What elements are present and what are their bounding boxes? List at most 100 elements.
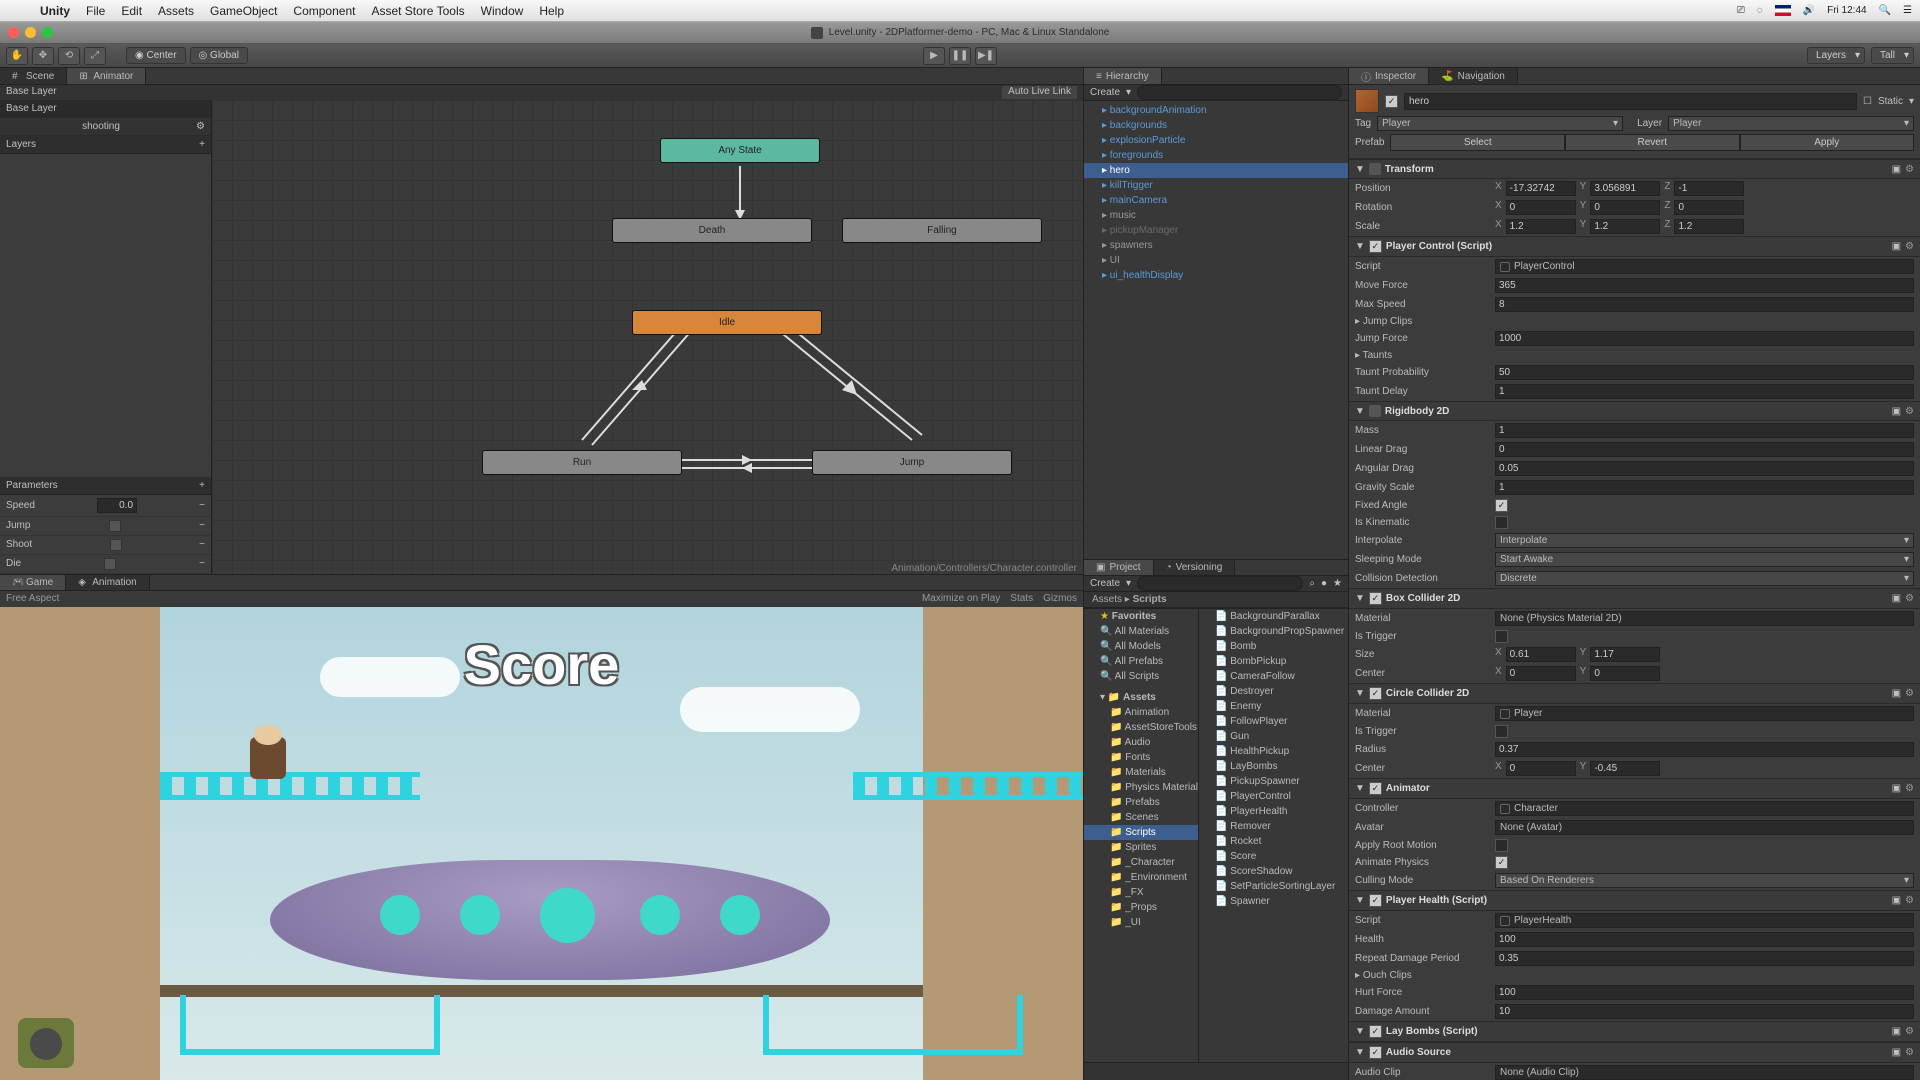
transform-header[interactable]: ▼Transform▣⚙ (1349, 159, 1920, 179)
hierarchy-item-backgrounds[interactable]: ▸ backgrounds (1084, 118, 1348, 133)
param-die-checkbox[interactable] (104, 558, 116, 570)
playercontrol-enabled[interactable]: ✓ (1369, 240, 1382, 253)
help-icon[interactable]: ▣ (1892, 164, 1901, 175)
collision-dropdown[interactable]: Discrete (1495, 571, 1914, 586)
animphys-checkbox[interactable]: ✓ (1495, 856, 1508, 869)
folder-Physics Materials[interactable]: 📁 Physics Materials (1084, 780, 1198, 795)
folder-Materials[interactable]: 📁 Materials (1084, 765, 1198, 780)
folder-Sprites[interactable]: 📁 Sprites (1084, 840, 1198, 855)
tag-dropdown[interactable]: Player (1377, 116, 1623, 131)
playercontrol-header[interactable]: ▼✓Player Control (Script)▣⚙ (1349, 236, 1920, 257)
game-view[interactable]: Score (0, 607, 1083, 1080)
param-shoot-checkbox[interactable] (110, 539, 122, 551)
file-Remover[interactable]: 📄 Remover (1199, 819, 1348, 834)
param-speed[interactable]: Speed− (0, 495, 211, 517)
gizmos-dropdown[interactable]: Gizmos (1043, 593, 1077, 604)
file-Score[interactable]: 📄 Score (1199, 849, 1348, 864)
gear-icon[interactable]: ⚙ (1905, 688, 1914, 699)
hierarchy-item-UI[interactable]: ▸ UI (1084, 253, 1348, 268)
audiosource-header[interactable]: ▼✓Audio Source▣⚙ (1349, 1042, 1920, 1063)
maximize-toggle[interactable]: Maximize on Play (922, 593, 1000, 604)
gameobject-name-field[interactable] (1404, 93, 1857, 110)
auto-live-link-toggle[interactable]: Auto Live Link (1002, 86, 1077, 99)
scale-tool[interactable]: ⤢ (84, 47, 106, 65)
file-PickupSpawner[interactable]: 📄 PickupSpawner (1199, 774, 1348, 789)
jumpforce-field[interactable] (1495, 331, 1914, 346)
hierarchy-item-pickupManager[interactable]: ▸ pickupManager (1084, 223, 1348, 238)
laybombs-header[interactable]: ▼✓Lay Bombs (Script)▣⚙ (1349, 1021, 1920, 1042)
hierarchy-search[interactable] (1137, 85, 1342, 100)
prefab-select-button[interactable]: Select (1390, 134, 1565, 151)
file-BackgroundParallax[interactable]: 📄 BackgroundParallax (1199, 609, 1348, 624)
favorite-AllMaterials[interactable]: 🔍 All Materials (1084, 624, 1198, 639)
gscale-field[interactable] (1495, 480, 1914, 495)
tab-navigation[interactable]: ⛳ Navigation (1429, 68, 1518, 84)
state-any[interactable]: Any State (660, 138, 820, 163)
gear-icon[interactable]: ⚙ (1905, 1026, 1914, 1037)
tab-project[interactable]: ▣ Project (1084, 560, 1154, 575)
file-PlayerHealth[interactable]: 📄 PlayerHealth (1199, 804, 1348, 819)
circle-cx[interactable] (1506, 761, 1576, 776)
boxcollider-header[interactable]: ▼✓Box Collider 2D▣⚙ (1349, 588, 1920, 609)
folder-Scripts[interactable]: 📁 Scripts (1084, 825, 1198, 840)
gear-icon[interactable]: ⚙ (1905, 1047, 1914, 1058)
dmg-field[interactable] (1495, 1004, 1914, 1019)
gear-icon[interactable]: ⚙ (1905, 593, 1914, 604)
add-parameter-button[interactable]: + (199, 480, 205, 491)
help-icon[interactable]: ▣ (1892, 1026, 1901, 1037)
health-enabled[interactable]: ✓ (1369, 894, 1382, 907)
hierarchy-item-foregrounds[interactable]: ▸ foregrounds (1084, 148, 1348, 163)
pos-z[interactable] (1674, 181, 1744, 196)
playerhealth-header[interactable]: ▼✓Player Health (Script)▣⚙ (1349, 890, 1920, 911)
folder-Scenes[interactable]: 📁 Scenes (1084, 810, 1198, 825)
layers-dropdown[interactable]: Layers (1807, 47, 1865, 64)
hierarchy-item-mainCamera[interactable]: ▸ mainCamera (1084, 193, 1348, 208)
hurt-field[interactable] (1495, 985, 1914, 1000)
box-sx[interactable] (1506, 647, 1576, 662)
rootmotion-checkbox[interactable] (1495, 839, 1508, 852)
prefab-revert-button[interactable]: Revert (1565, 134, 1740, 151)
menu-help[interactable]: Help (531, 4, 572, 18)
display-icon[interactable]: ⎚ (1737, 5, 1745, 16)
static-checkbox[interactable]: ☐ (1863, 96, 1872, 107)
tab-animation[interactable]: ◈Animation (66, 575, 149, 590)
animator-enabled[interactable]: ✓ (1369, 782, 1382, 795)
tab-scene[interactable]: #Scene (0, 68, 67, 84)
avatar-field[interactable]: None (Avatar) (1495, 820, 1914, 835)
file-BackgroundPropSpawner[interactable]: 📄 BackgroundPropSpawner (1199, 624, 1348, 639)
volume-icon[interactable]: 🔊 (1803, 5, 1815, 16)
hierarchy-create[interactable]: Create (1090, 87, 1120, 98)
circle-trigger[interactable] (1495, 725, 1508, 738)
box-sy[interactable] (1590, 647, 1660, 662)
tauntprob-field[interactable] (1495, 365, 1914, 380)
scale-x[interactable] (1506, 219, 1576, 234)
file-ScoreShadow[interactable]: 📄 ScoreShadow (1199, 864, 1348, 879)
box-cx[interactable] (1506, 666, 1576, 681)
pivot-toggle[interactable]: ◉ Center (126, 47, 186, 64)
script-field[interactable]: PlayerControl (1495, 259, 1914, 274)
param-shoot[interactable]: Shoot− (0, 536, 211, 555)
file-SetParticleSortingLayer[interactable]: 📄 SetParticleSortingLayer (1199, 879, 1348, 894)
minimize-button[interactable] (25, 27, 36, 38)
folder-Fonts[interactable]: 📁 Fonts (1084, 750, 1198, 765)
tab-versioning[interactable]: ◔ Versioning (1154, 560, 1236, 575)
ldrag-field[interactable] (1495, 442, 1914, 457)
filter-label-icon[interactable]: ★ (1333, 578, 1342, 589)
scale-z[interactable] (1674, 219, 1744, 234)
box-enabled[interactable]: ✓ (1369, 592, 1382, 605)
file-FollowPlayer[interactable]: 📄 FollowPlayer (1199, 714, 1348, 729)
zoom-button[interactable] (42, 27, 53, 38)
param-jump[interactable]: Jump− (0, 517, 211, 536)
param-speed-value[interactable] (97, 498, 137, 513)
box-cy[interactable] (1590, 666, 1660, 681)
folder-Audio[interactable]: 📁 Audio (1084, 735, 1198, 750)
folder-_UI[interactable]: 📁 _UI (1084, 915, 1198, 930)
folder-AssetStoreTools[interactable]: 📁 AssetStoreTools (1084, 720, 1198, 735)
clock[interactable]: Fri 12:44 (1827, 5, 1866, 16)
state-run[interactable]: Run (482, 450, 682, 475)
gear-icon[interactable]: ⚙ (1905, 241, 1914, 252)
filter-type-icon[interactable]: ● (1321, 578, 1327, 589)
circle-radius[interactable] (1495, 742, 1914, 757)
favorites-header[interactable]: ★ Favorites (1084, 609, 1198, 624)
pos-y[interactable] (1590, 181, 1660, 196)
